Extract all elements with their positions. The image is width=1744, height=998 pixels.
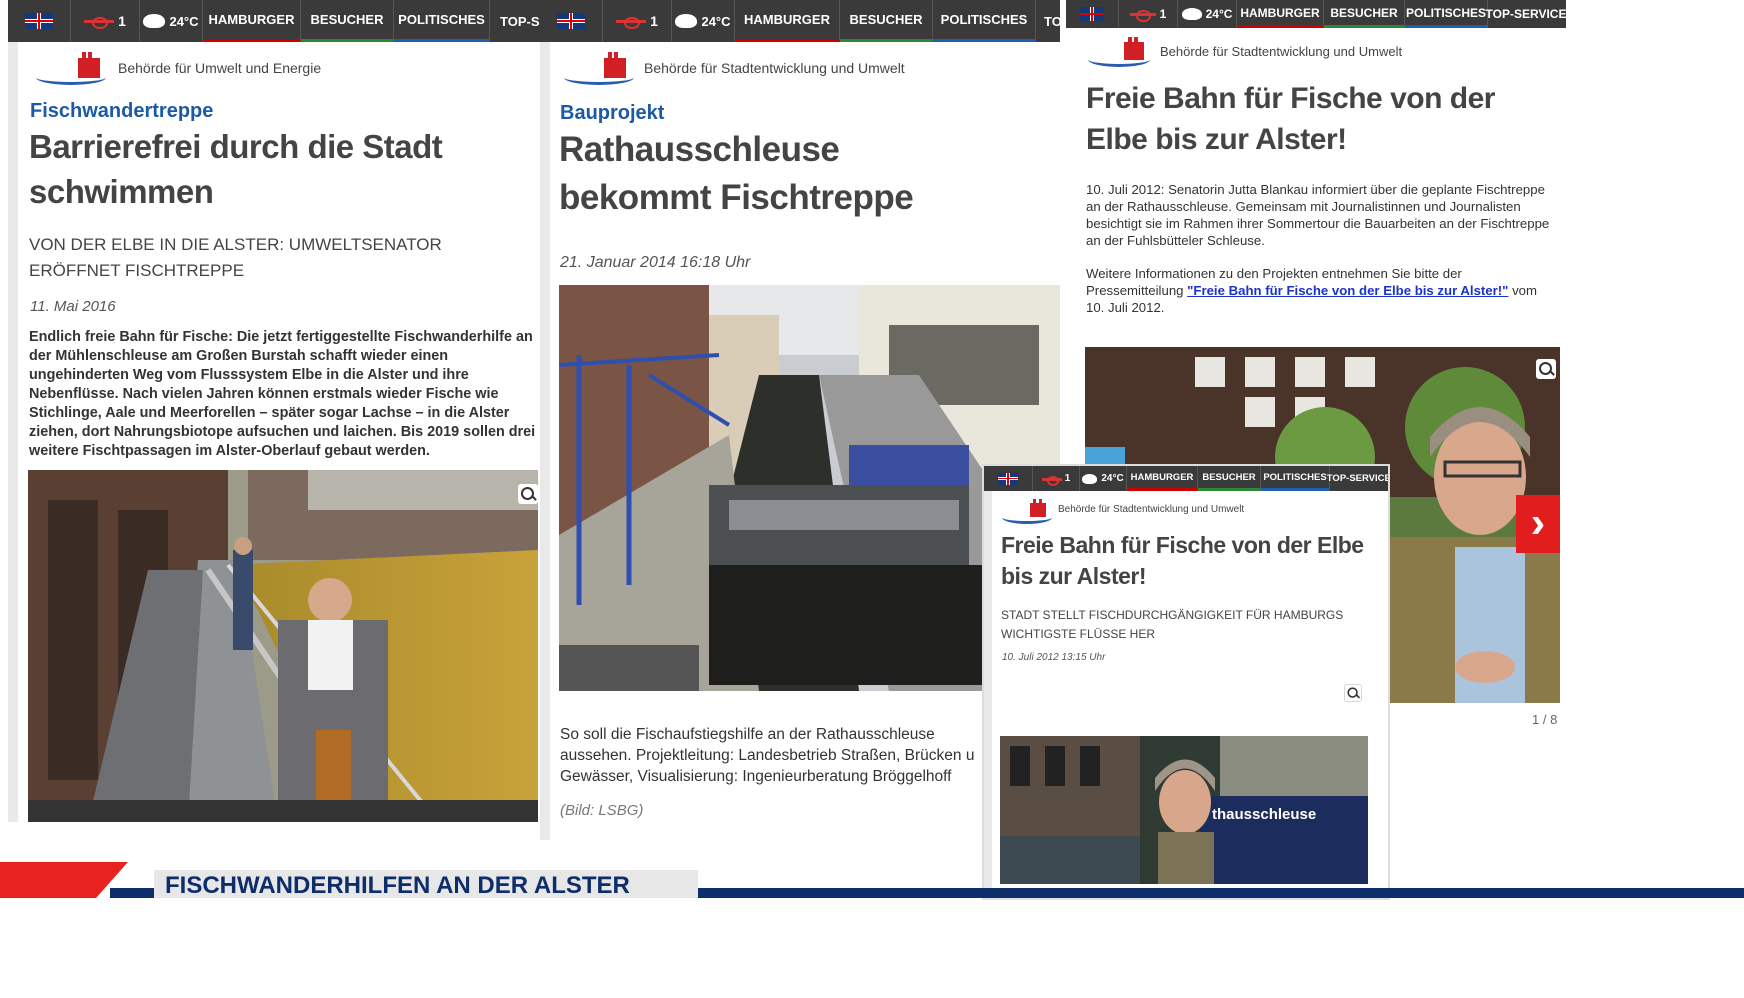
article-headline: Freie Bahn für Fische von der Elbe bis z… (1086, 82, 1495, 156)
transit-status[interactable]: 1 (603, 0, 672, 42)
nav-politisches[interactable]: POLITISCHES (1261, 466, 1330, 491)
article-panel-1: 1 24°C HAMBURGER BESUCHER POLITISCHES TO… (8, 0, 548, 830)
language-switch[interactable] (8, 0, 71, 42)
nav-hamburger[interactable]: HAMBURGER (203, 0, 301, 42)
top-navbar: 1 24°C HAMBURGER BESUCHER POLITISCHES TO… (984, 466, 1388, 491)
photo-fish-ladder-alster[interactable] (28, 470, 538, 822)
tram-icon (616, 14, 647, 30)
cloud-icon (675, 14, 698, 28)
tram-icon (1129, 8, 1156, 22)
zoom-icon[interactable] (518, 484, 538, 504)
article-date: 21. Januar 2014 16:18 Uhr (560, 254, 751, 271)
cloud-icon (1082, 473, 1098, 484)
nav-besucher[interactable]: BESUCHER (1198, 466, 1261, 491)
hamburg-castle-icon (78, 52, 100, 78)
uk-flag-icon (998, 472, 1018, 485)
temperature: 24°C (701, 13, 731, 29)
uk-flag-icon (557, 13, 585, 29)
photo-canvas (28, 470, 538, 822)
transit-status[interactable]: 1 (1119, 0, 1178, 28)
image-credit: (Bild: LSBG) (560, 802, 644, 819)
nav-politisches[interactable]: POLITISCHES (394, 0, 490, 42)
authority-name: Behörde für Stadtentwicklung und Umwelt (644, 60, 905, 76)
authority-name: Behörde für Stadtentwicklung und Umwelt (1058, 504, 1245, 515)
image-caption: So soll die Fischaufstiegshilfe an der R… (560, 726, 975, 785)
hamburg-castle-icon (1124, 36, 1144, 60)
tram-icon (84, 14, 115, 30)
language-switch[interactable] (540, 0, 603, 42)
article-headline: Rathausschleuse bekommt Fischtreppe (559, 130, 914, 217)
authority-name: Behörde für Umwelt und Energie (118, 60, 322, 76)
hamburg-castle-icon (604, 52, 626, 78)
authority-logo: Behörde für Stadtentwicklung und Umwelt (1002, 498, 1302, 528)
nav-besucher[interactable]: BESUCHER (1324, 0, 1405, 28)
lines-count: 1 (118, 13, 126, 29)
article-subheadline: STADT STELLT FISCHDURCHGÄNGIGKEIT FÜR HA… (1001, 608, 1344, 641)
lines-count: 1 (1159, 7, 1167, 21)
transit-status[interactable]: 1 (71, 0, 140, 42)
weather[interactable]: 24°C (672, 0, 735, 42)
zoom-icon[interactable] (1344, 684, 1362, 702)
temperature: 24°C (1205, 7, 1233, 21)
zoom-icon[interactable] (1536, 359, 1556, 379)
nav-besucher[interactable]: BESUCHER (840, 0, 933, 42)
next-slide-button[interactable]: › (1516, 495, 1560, 553)
nav-politisches[interactable]: POLITISCHES (1405, 0, 1488, 28)
article-paragraph-1: 10. Juli 2012: Senatorin Jutta Blankau i… (1086, 182, 1550, 248)
bottom-banner: FISCHWANDERHILFEN AN DER ALSTER (0, 862, 1744, 899)
top-navbar: 1 24°C HAMBURGER BESUCHER POLITISCHES TO (540, 0, 1060, 42)
hamburg-castle-icon (1030, 498, 1046, 517)
nav-besucher[interactable]: BESUCHER (301, 0, 394, 42)
nav-top-services[interactable]: TOP-SERVICES (1327, 466, 1388, 491)
temperature: 24°C (169, 13, 199, 29)
language-switch[interactable] (1066, 0, 1119, 28)
transit-status[interactable]: 1 (1033, 466, 1080, 491)
uk-flag-icon (25, 13, 53, 29)
article-subheadline: VON DER ELBE IN DIE ALSTER: UMWELTSENATO… (29, 235, 442, 280)
authority-logo: Behörde für Stadtentwicklung und Umwelt (564, 52, 964, 92)
cloud-icon (143, 14, 166, 28)
weather[interactable]: 24°C (1178, 0, 1237, 28)
cloud-icon (1181, 8, 1202, 20)
authority-logo: Behörde für Umwelt und Energie (36, 52, 436, 92)
article-date: 10. Juli 2012 13:15 Uhr (1002, 652, 1106, 663)
article-kicker: Bauprojekt (560, 102, 665, 124)
weather[interactable]: 24°C (1080, 466, 1127, 491)
language-switch[interactable] (984, 466, 1033, 491)
nav-top-services[interactable]: TOP-SERVICES (1486, 0, 1566, 28)
authority-logo: Behörde für Stadtentwicklung und Umwelt (1088, 36, 1488, 72)
press-release-link[interactable]: "Freie Bahn für Fische von der Elbe bis … (1187, 283, 1508, 298)
article-headline: Barrierefrei durch die Stadt schwimmen (29, 128, 443, 210)
weather[interactable]: 24°C (140, 0, 203, 42)
authority-name: Behörde für Stadtentwicklung und Umwelt (1160, 44, 1403, 59)
tram-icon (1041, 474, 1062, 486)
nav-hamburger[interactable]: HAMBURGER (1127, 466, 1198, 491)
top-navbar: 1 24°C HAMBURGER BESUCHER POLITISCHES TO… (1066, 0, 1566, 28)
article-paragraph-2: Weitere Informationen zu den Projekten e… (1086, 265, 1558, 316)
nav-politisches[interactable]: POLITISCHES (933, 0, 1036, 42)
nav-top-services[interactable]: TO (1036, 0, 1060, 42)
nav-hamburger[interactable]: HAMBURGER (1237, 0, 1324, 28)
article-kicker: Fischwandertreppe (30, 100, 214, 122)
article-panel-2: 1 24°C HAMBURGER BESUCHER POLITISCHES TO… (540, 0, 1060, 840)
uk-flag-icon (1080, 7, 1104, 21)
article-body: Endlich freie Bahn für Fische: Die jetzt… (29, 329, 536, 459)
top-navbar: 1 24°C HAMBURGER BESUCHER POLITISCHES TO… (8, 0, 548, 42)
temperature: 24°C (1101, 473, 1124, 484)
sign-rathausschleuse: thausschleuse (1212, 806, 1317, 823)
banner-red-chevron (0, 862, 128, 898)
lines-count: 1 (1064, 473, 1071, 484)
article-headline: Freie Bahn für Fische von der Elbe bis z… (1001, 532, 1364, 589)
lines-count: 1 (650, 13, 658, 29)
article-date: 11. Mai 2016 (30, 298, 116, 315)
slide-counter: 1 / 8 (1532, 712, 1558, 727)
banner-title: FISCHWANDERHILFEN AN DER ALSTER (165, 872, 630, 899)
nav-hamburger[interactable]: HAMBURGER (735, 0, 840, 42)
article-panel-4: 1 24°C HAMBURGER BESUCHER POLITISCHES TO… (984, 466, 1388, 898)
